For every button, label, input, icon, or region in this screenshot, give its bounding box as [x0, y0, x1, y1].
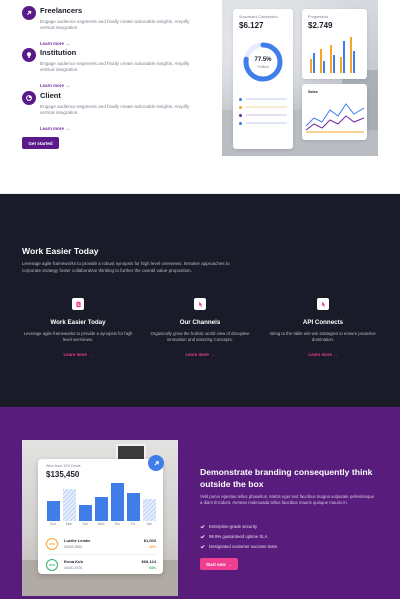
column-text: Leverage agile frameworks to provide a s… [23, 331, 133, 343]
deal-id: 85083-9866 [64, 545, 83, 549]
check-item: Designated customer success team [200, 541, 277, 551]
pointer-icon [194, 298, 206, 310]
learn-more-link[interactable]: Learn more → [64, 352, 93, 357]
pointer-icon [317, 298, 329, 310]
sales-card: Sales [302, 84, 367, 140]
deal-percent: 64% [149, 566, 156, 570]
won-label: Won from 153 Deals [46, 464, 81, 468]
deal-row: 40% Lucille Lemke 85083-9866 $1,003 40% [46, 537, 156, 555]
day-label: Thu [114, 522, 120, 526]
check-icon [200, 534, 205, 538]
learn-more-link[interactable]: Learn more → [186, 352, 215, 357]
learn-more-link[interactable]: Learn more → [309, 352, 338, 357]
check-item: 99.9% guaranteed uptime SLA [200, 531, 277, 541]
check-icon [200, 524, 205, 528]
feature-text: Engage audience segments and finally cre… [40, 61, 190, 73]
column-text: Bring to the table win-win strategies to… [270, 331, 376, 343]
deal-amount: $1,003 [143, 538, 156, 543]
feature-title: Client [40, 91, 61, 100]
lightbulb-icon [22, 48, 36, 62]
feature-title: Institution [40, 48, 77, 57]
day-label: Wed [97, 522, 105, 526]
deal-name: Erma Kub [64, 559, 83, 564]
day-label: Sat [146, 522, 152, 526]
won-value: $135,450 [46, 470, 80, 479]
work-easier-section: Work Easier Today Leverage agile framewo… [0, 194, 400, 407]
dashboard-photo: Successful Completion $6.127 77.5% Fulfi… [222, 0, 378, 156]
branding-desc: Velit purus egestas tellus phasellus. Ma… [200, 494, 375, 505]
checklist: Enterprise-grade security 99.9% guarante… [200, 521, 277, 551]
user-icon [22, 6, 36, 20]
start-now-button[interactable]: Start now → [200, 558, 238, 570]
feature-text: Engage audience segments and finally cre… [40, 19, 190, 31]
day-label: Mon [65, 522, 73, 526]
pie-icon [22, 91, 36, 105]
day-label: Fri [131, 522, 135, 526]
learn-more-link[interactable]: Learn more → [40, 83, 70, 88]
feature-title: Freelancers [40, 6, 83, 15]
deal-name: Lucille Lemke [64, 538, 91, 543]
feature-column: API Connects Bring to the table win-win … [268, 298, 378, 361]
progression-bars [310, 37, 355, 73]
check-icon [200, 544, 205, 548]
completion-sub: Fulfilled [257, 65, 269, 69]
progress-ring: 40% [46, 538, 58, 550]
progression-card: Progression $2.749 [302, 9, 367, 79]
deal-percent: 40% [149, 545, 156, 549]
column-title: Work Easier Today [50, 319, 106, 326]
deal-amount: $68,124 [141, 559, 156, 564]
section-title: Work Easier Today [22, 246, 99, 256]
learn-more-link[interactable]: Learn more → [40, 126, 70, 131]
column-title: Our Channels [179, 319, 221, 326]
day-label: Tue [82, 522, 88, 526]
features-section: Freelancers Engage audience segments and… [0, 0, 400, 194]
progress-ring: 64% [46, 559, 58, 571]
feature-text: Engage audience segments and finally cre… [40, 104, 190, 116]
completion-percent: 77.5% [254, 57, 272, 63]
deal-id: 46330-3576 [64, 566, 83, 570]
won-deals-card: Won from 153 Deals $135,450 Sun Mon Tue … [38, 459, 163, 574]
learn-more-link[interactable]: Learn more → [40, 41, 70, 46]
get-started-button[interactable]: Get started [22, 137, 59, 149]
check-item: Enterprise-grade security [200, 521, 277, 531]
deal-row: 64% Erma Kub 46330-3576 $68,124 64% [46, 558, 156, 576]
feature-column: Our Channels Organically grow the holist… [145, 298, 255, 361]
won-bar-chart [47, 483, 156, 521]
column-title: API Connects [302, 319, 344, 326]
dollar-icon: $ [72, 298, 84, 310]
column-text: Organically grow the holistic world view… [150, 331, 250, 343]
arrow-up-right-icon[interactable] [148, 455, 164, 471]
feature-column: $ Work Easier Today Leverage agile frame… [23, 298, 133, 361]
completion-card: Successful Completion $6.127 77.5% Fulfi… [233, 9, 293, 149]
day-label: Sun [49, 522, 57, 526]
sales-line-chart [306, 103, 364, 133]
branding-title: Demonstrate branding consequently think … [200, 467, 373, 489]
section-lead: Leverage agile frameworks to provide a r… [22, 261, 230, 273]
